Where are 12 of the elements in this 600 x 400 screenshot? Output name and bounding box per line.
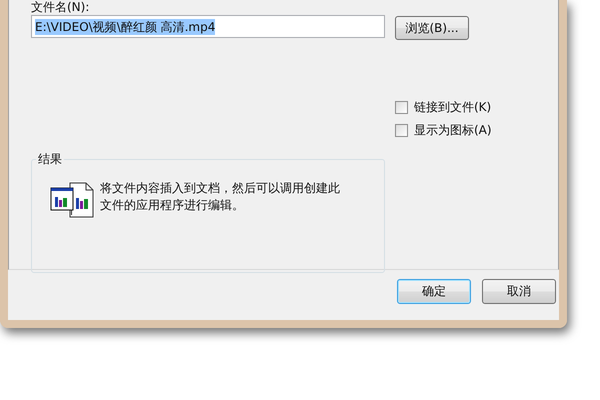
file-name-field[interactable]: E:\VIDEO\视频\醉红颜 高清.mp4 bbox=[31, 15, 385, 38]
checkbox[interactable] bbox=[395, 124, 408, 136]
browse-button[interactable]: 浏览(B)... bbox=[395, 16, 469, 40]
checkbox[interactable] bbox=[395, 100, 408, 114]
ok-button[interactable]: 确定 bbox=[397, 279, 471, 304]
result-description: 将文件内容插入到文档，然后可以调用创建此文件的应用程序进行编辑。 bbox=[100, 180, 340, 214]
chart-document-icon bbox=[50, 182, 94, 218]
cancel-button[interactable]: 取消 bbox=[482, 279, 556, 304]
result-title: 结果 bbox=[36, 152, 64, 167]
checkbox-label: 链接到文件(K) bbox=[414, 98, 492, 116]
checkbox-label: 显示为图标(A) bbox=[414, 122, 492, 138]
file-name-label: 文件名(N): bbox=[31, 0, 90, 15]
